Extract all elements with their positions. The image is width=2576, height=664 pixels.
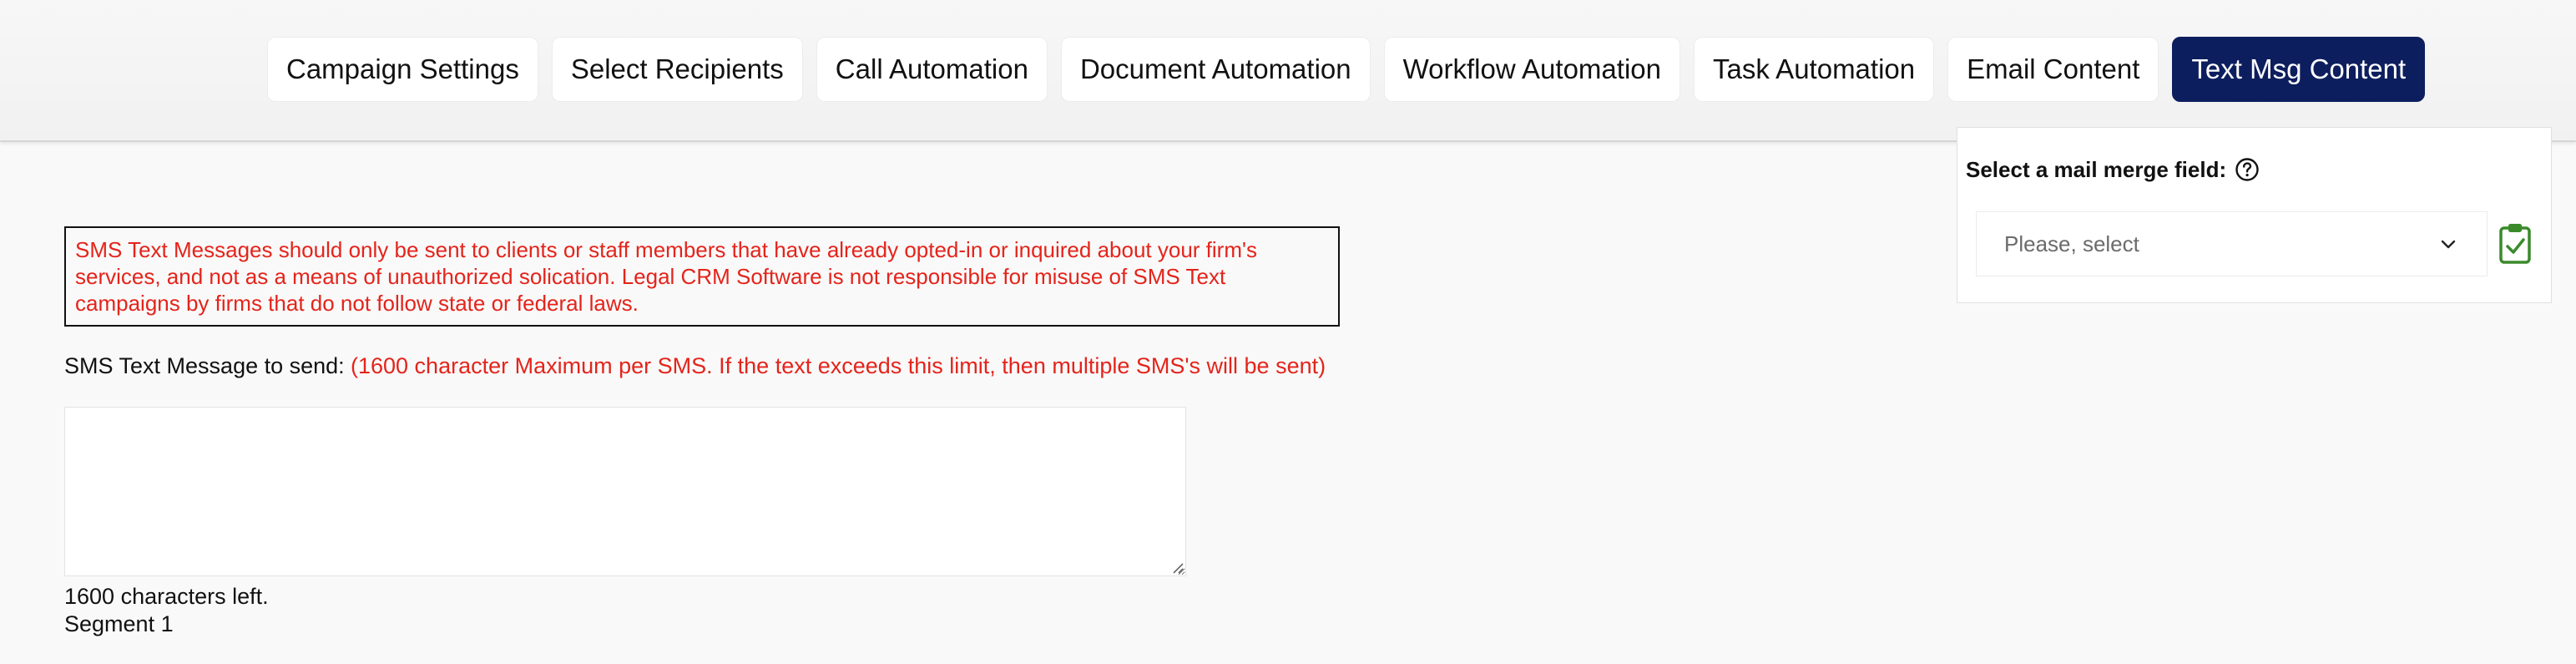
tab-email-content[interactable]: Email Content — [1947, 37, 2159, 102]
mail-merge-title: Select a mail merge field: — [1966, 157, 2227, 182]
sms-message-textarea[interactable] — [64, 407, 1186, 576]
sms-message-label: SMS Text Message to send: — [64, 353, 345, 378]
resize-handle-icon[interactable] — [1170, 560, 1184, 574]
tab-document-automation[interactable]: Document Automation — [1060, 37, 1371, 102]
segment-counter: Segment 1 — [64, 611, 174, 636]
mail-merge-field-select[interactable]: Please, select — [1976, 211, 2488, 276]
select-placeholder: Please, select — [2004, 231, 2139, 256]
tab-list: Campaign Settings Select Recipients Call… — [267, 37, 2426, 102]
tab-campaign-settings[interactable]: Campaign Settings — [267, 37, 538, 102]
tab-text-msg-content[interactable]: Text Msg Content — [2172, 37, 2426, 102]
tab-workflow-automation[interactable]: Workflow Automation — [1383, 37, 1680, 102]
mail-merge-panel: Select a mail merge field: Please, selec… — [1957, 127, 2552, 303]
clipboard-check-icon[interactable] — [2498, 221, 2532, 265]
tab-select-recipients[interactable]: Select Recipients — [551, 37, 803, 102]
tab-task-automation[interactable]: Task Automation — [1693, 37, 1935, 102]
chevron-down-icon — [2441, 240, 2456, 249]
sms-character-limit-hint: (1600 character Maximum per SMS. If the … — [351, 353, 1326, 378]
characters-left-counter: 1600 characters left. — [64, 584, 269, 609]
question-circle-icon[interactable] — [2235, 157, 2260, 182]
tab-call-automation[interactable]: Call Automation — [816, 37, 1048, 102]
top-navigation-bar: Campaign Settings Select Recipients Call… — [0, 0, 2576, 142]
sms-compliance-notice: SMS Text Messages should only be sent to… — [64, 226, 1340, 327]
